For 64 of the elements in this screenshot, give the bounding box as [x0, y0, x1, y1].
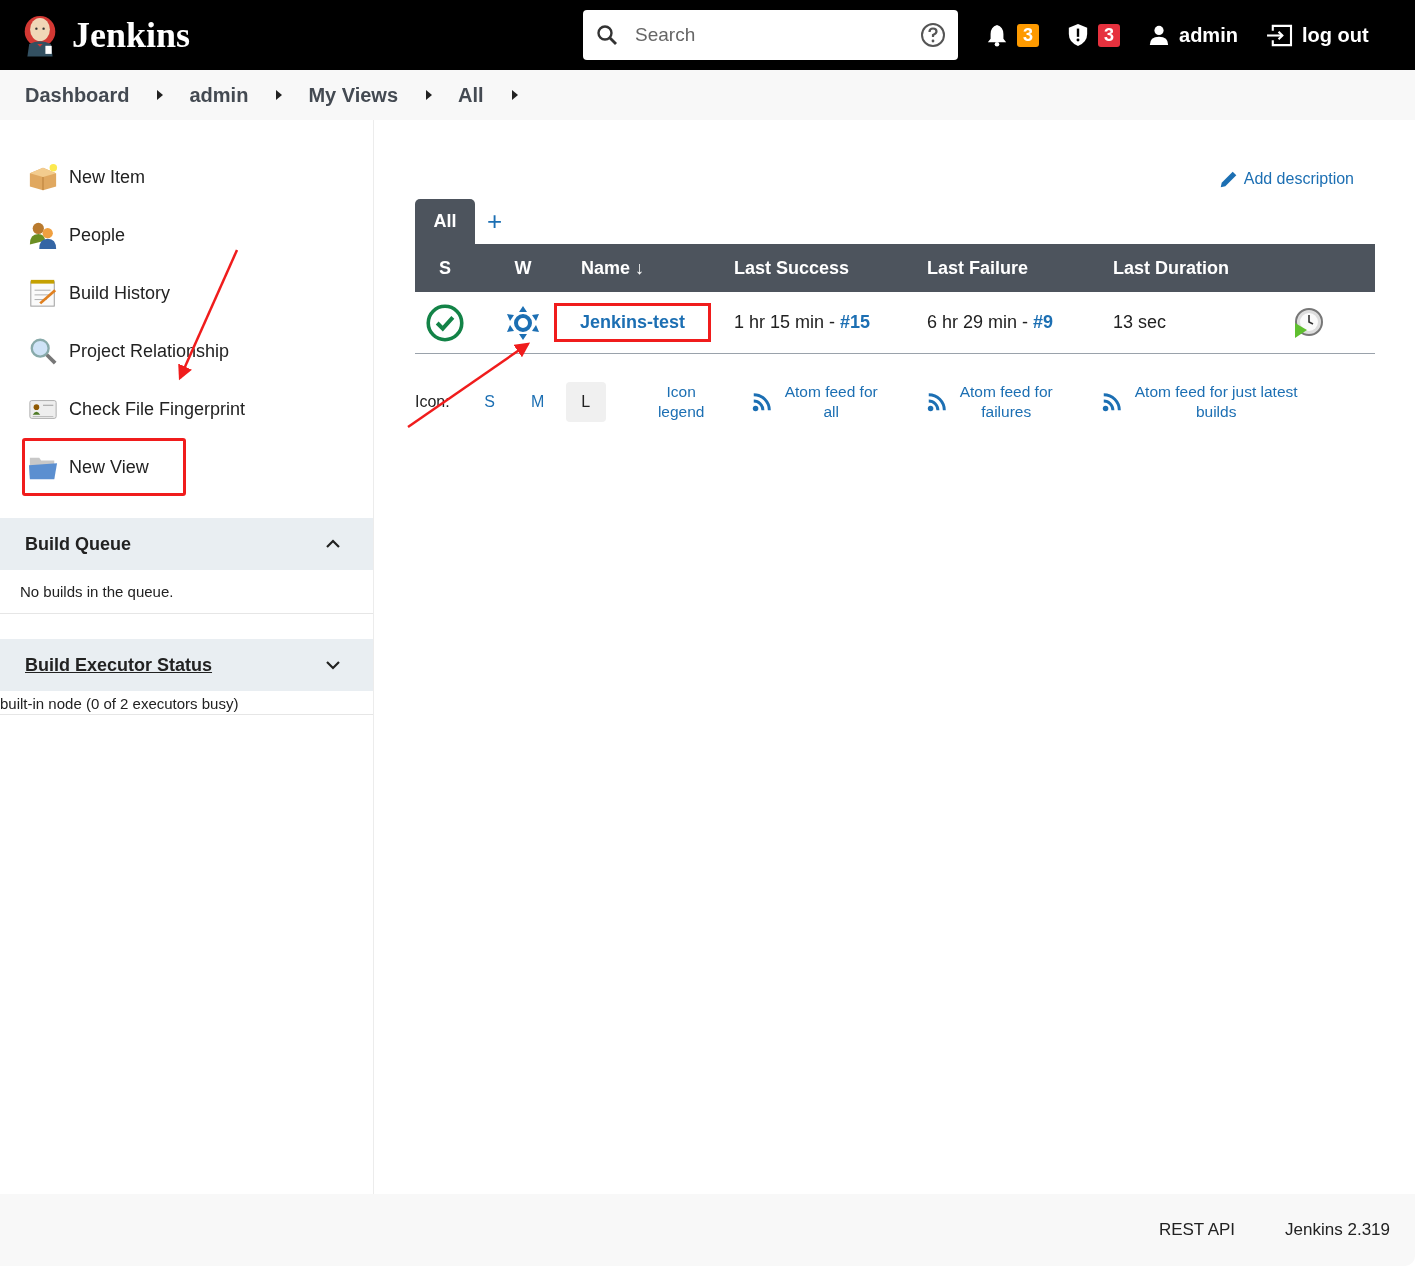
build-link[interactable]: #15 [840, 312, 871, 333]
rss-icon[interactable] [1100, 391, 1123, 413]
magnifier-icon [28, 336, 58, 366]
table-cell-text: 1 hr 15 min - [734, 312, 837, 333]
breadcrumb-link[interactable]: My Views [308, 83, 399, 107]
jenkins-wordmark[interactable]: Jenkins [72, 14, 191, 56]
caret-icon[interactable] [426, 90, 433, 100]
table-cell: 13 sec [1113, 312, 1167, 333]
butler-logo-icon[interactable] [22, 13, 58, 57]
feed-link[interactable]: Atom feed for failures [953, 382, 1059, 422]
caret-icon[interactable] [511, 90, 518, 100]
icon-size-option[interactable]: M [517, 382, 558, 422]
view-tab[interactable]: All [415, 199, 475, 244]
pane-title: Build Queue [25, 533, 131, 555]
legend-link[interactable]: Icon legend [653, 382, 709, 422]
build-link[interactable]: #9 [1033, 312, 1054, 333]
add-view-tab[interactable]: + [475, 206, 515, 244]
sidebar-item[interactable]: Check File Fingerprint [22, 380, 283, 438]
logout-icon [1265, 23, 1293, 47]
column-header[interactable]: Last Success [724, 244, 917, 292]
breadcrumb-link[interactable]: admin [189, 83, 249, 107]
help-icon[interactable] [920, 22, 946, 48]
user-icon [1148, 24, 1171, 46]
caret-icon[interactable] [276, 90, 283, 100]
add-description-link[interactable]: Add description [1217, 168, 1354, 190]
people-icon [28, 220, 58, 250]
logout-link[interactable]: log out [1265, 23, 1369, 47]
column-header[interactable]: Name ↓ [571, 244, 724, 292]
icon-size-option[interactable]: L [565, 382, 606, 422]
column-header[interactable]: W [475, 244, 571, 292]
feed-link[interactable]: Atom feed for just latest builds [1128, 382, 1304, 422]
feed-link[interactable]: Atom feed for all [778, 382, 884, 422]
chevron-up-icon[interactable] [325, 539, 341, 549]
footer-link[interactable]: Jenkins 2.319 [1285, 1220, 1390, 1240]
pane-message: built-in node (0 of 2 executors busy) [0, 691, 373, 715]
notepad-icon [28, 278, 58, 308]
sidebar-item[interactable]: Build History [22, 264, 208, 322]
sidebar-item[interactable]: People [22, 206, 163, 264]
package-icon [28, 162, 58, 192]
success-check-icon [426, 303, 464, 342]
breadcrumb-link[interactable]: Dashboard [25, 83, 130, 107]
user-link[interactable]: admin [1148, 23, 1238, 47]
rss-icon[interactable] [925, 391, 948, 413]
pane-title-link[interactable]: Build Executor Status [25, 654, 213, 676]
search-field[interactable]: Search [583, 10, 958, 60]
sidebar-item[interactable]: New View [22, 438, 186, 496]
column-header[interactable]: Last Failure [917, 244, 1103, 292]
pane-message: No builds in the queue. [0, 570, 373, 614]
caret-icon[interactable] [157, 90, 164, 100]
job-link[interactable]: Jenkins-test [554, 303, 712, 342]
bell-icon[interactable] [986, 23, 1008, 47]
breadcrumb-link[interactable]: All [458, 83, 484, 107]
security-count[interactable]: 3 [1098, 23, 1121, 47]
table-cell-text: 6 hr 29 min - [927, 312, 1030, 333]
column-header[interactable]: Last Duration [1103, 244, 1240, 292]
icon-size-option[interactable]: S [469, 382, 510, 422]
rss-icon[interactable] [750, 391, 773, 413]
sidebar-item[interactable]: New Item [22, 148, 183, 206]
search-icon [595, 23, 619, 47]
shield-icon[interactable] [1067, 23, 1089, 47]
chevron-down-icon[interactable] [325, 660, 341, 670]
sun-icon [505, 304, 541, 341]
footer-link[interactable]: REST API [1158, 1220, 1236, 1240]
column-header[interactable]: S [415, 244, 475, 292]
